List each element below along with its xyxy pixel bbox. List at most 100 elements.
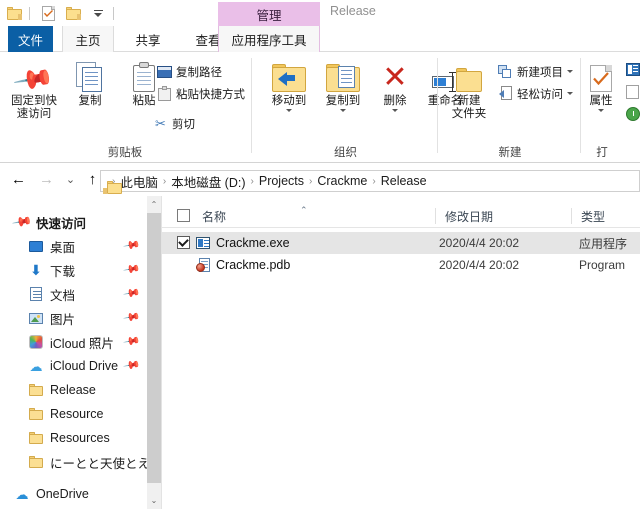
qat-new-folder-icon[interactable] xyxy=(62,2,84,24)
properties-button[interactable]: 属性 xyxy=(580,56,622,112)
sidebar-item-resources[interactable]: Resources xyxy=(0,426,147,450)
new-item-dropdown-arrow[interactable] xyxy=(567,70,573,73)
qat-customize-dropdown[interactable] xyxy=(87,2,109,24)
row-checkbox[interactable] xyxy=(177,235,190,249)
sidebar-item-label: 快速访问 xyxy=(36,216,87,231)
pin-marker-icon: 📌 xyxy=(122,285,141,303)
column-header-date-modified[interactable]: 修改日期 xyxy=(445,204,493,228)
ribbon-group-open: 属性 打 xyxy=(582,52,640,162)
breadcrumb-item-this-pc[interactable]: 此电脑 xyxy=(117,172,161,191)
breadcrumb-separator-3: › xyxy=(309,175,313,187)
sidebar-item-icloud-drive[interactable]: ☁ iCloud Drive 📌 xyxy=(0,354,147,378)
sidebar-item-downloads[interactable]: ⬇ 下载 📌 xyxy=(0,258,147,282)
select-all-checkbox[interactable] xyxy=(177,209,190,222)
pin-marker-icon: 📌 xyxy=(122,333,141,351)
ribbon-group-organize: 移动到 复制到 ✕ 删除 重命名 组织 xyxy=(253,52,462,162)
delete-button[interactable]: ✕ 删除 xyxy=(367,56,423,112)
properties-dropdown-arrow[interactable] xyxy=(598,109,604,112)
copy-path-icon xyxy=(156,64,173,79)
scrollbar-thumb[interactable] xyxy=(147,213,161,483)
pin-marker-icon: 📌 xyxy=(122,261,141,279)
history-button[interactable] xyxy=(624,104,640,123)
organize-group-label: 组织 xyxy=(334,147,357,159)
paste-shortcut-button[interactable]: 粘贴快捷方式 xyxy=(156,84,245,103)
move-to-icon xyxy=(261,56,317,92)
table-row[interactable]: Crackme.pdb 2020/4/4 20:02 Program xyxy=(162,254,640,276)
ribbon-group-new: 新建 文件夹 新建项目 轻松访问 新建 xyxy=(439,52,581,162)
scroll-up-arrow-icon[interactable]: ⌃ xyxy=(147,196,161,213)
sidebar-item-pictures[interactable]: 图片 📌 xyxy=(0,306,147,330)
exe-icon xyxy=(195,235,211,251)
copy-label: 复制 xyxy=(78,95,102,107)
sidebar-item-desktop[interactable]: 桌面 📌 xyxy=(0,234,147,258)
window-title: Release xyxy=(330,4,376,18)
group-divider-2 xyxy=(437,58,438,153)
pictures-icon xyxy=(28,310,44,326)
copy-to-button[interactable]: 复制到 xyxy=(315,56,371,112)
copy-path-button[interactable]: 复制路径 xyxy=(156,62,222,81)
sidebar-item-release[interactable]: Release xyxy=(0,378,147,402)
easy-access-button[interactable]: 轻松访问 xyxy=(497,84,573,103)
easy-access-dropdown-arrow[interactable] xyxy=(567,92,573,95)
copy-icon xyxy=(62,56,118,92)
sidebar-item-quick-access[interactable]: 📌 快速访问 xyxy=(0,210,147,234)
breadcrumb-item-projects[interactable]: Projects xyxy=(256,174,307,188)
breadcrumb-item-local-disk-d[interactable]: 本地磁盘 (D:) xyxy=(168,172,248,191)
sidebar-item-label: OneDrive xyxy=(36,487,89,501)
folder-icon xyxy=(28,382,44,398)
column-divider-2[interactable] xyxy=(571,208,572,224)
move-to-dropdown-arrow[interactable] xyxy=(286,109,292,112)
edit-button[interactable] xyxy=(624,82,640,101)
sidebar-item-onedrive[interactable]: ☁ OneDrive xyxy=(0,482,147,506)
delete-label: 删除 xyxy=(383,95,407,107)
copy-to-dropdown-arrow[interactable] xyxy=(340,109,346,112)
sidebar-item-label: 文档 xyxy=(50,288,76,303)
back-button[interactable]: ← xyxy=(10,171,27,188)
scroll-down-arrow-icon[interactable]: ⌄ xyxy=(147,492,161,509)
delete-dropdown-arrow[interactable] xyxy=(392,109,398,112)
tab-home[interactable]: 主页 xyxy=(62,26,114,52)
sidebar-item-icloud-photos[interactable]: iCloud 照片 📌 xyxy=(0,330,147,354)
tab-share[interactable]: 共享 xyxy=(122,26,174,52)
qat-folder-icon[interactable] xyxy=(3,2,25,24)
column-header-type[interactable]: 类型 xyxy=(581,204,605,228)
breadcrumb-item-crackme[interactable]: Crackme xyxy=(314,174,370,188)
pin-icon: 📌 xyxy=(11,210,34,233)
cut-button[interactable]: ✂ 剪切 xyxy=(152,114,195,133)
breadcrumb-separator-2: › xyxy=(250,175,254,187)
file-name: Crackme.exe xyxy=(216,236,290,250)
new-folder-button[interactable]: 新建 文件夹 xyxy=(441,56,497,121)
navigation-pane-scrollbar[interactable]: ⌃ ⌄ xyxy=(147,196,161,509)
sidebar-item-resource[interactable]: Resource xyxy=(0,402,147,426)
pin-marker-icon: 📌 xyxy=(122,237,141,255)
file-type: Program xyxy=(579,258,626,272)
file-date-modified: 2020/4/4 20:02 xyxy=(439,236,520,250)
breadcrumb-separator-1: › xyxy=(162,175,167,187)
column-header-name[interactable]: 名称 xyxy=(202,204,226,228)
move-to-button[interactable]: 移动到 xyxy=(261,56,317,112)
breadcrumb-item-release[interactable]: Release xyxy=(378,174,430,188)
pin-to-quick-access-button[interactable]: 📌 固定到快 速访问 xyxy=(6,56,62,121)
copy-button[interactable]: 复制 xyxy=(62,56,118,108)
file-type: 应用程序 xyxy=(579,236,628,251)
up-button[interactable]: ↑ xyxy=(84,171,101,188)
open-button[interactable] xyxy=(624,60,640,79)
forward-button[interactable]: → xyxy=(38,171,55,188)
table-row[interactable]: Crackme.exe 2020/4/4 20:02 应用程序 xyxy=(162,232,640,254)
tab-application-tools[interactable]: 应用程序工具 xyxy=(218,26,320,52)
download-icon: ⬇ xyxy=(30,262,42,278)
tab-file[interactable]: 文件 xyxy=(8,26,53,52)
ribbon-group-clipboard: 📌 固定到快 速访问 复制 粘贴 ✂ 剪切 复制路径 粘贴快捷方式 剪贴板 xyxy=(0,52,252,162)
breadcrumb[interactable]: › 此电脑 › 本地磁盘 (D:) › Projects › Crackme ›… xyxy=(100,170,640,194)
column-divider-1[interactable] xyxy=(435,208,436,224)
pin-marker-icon: 📌 xyxy=(122,309,141,327)
recent-locations-button[interactable]: ⌄ xyxy=(62,171,79,188)
sidebar-item-documents[interactable]: 文档 📌 xyxy=(0,282,147,306)
new-item-label: 新建项目 xyxy=(517,66,563,79)
breadcrumb-separator-4: › xyxy=(372,175,376,187)
new-item-button[interactable]: 新建项目 xyxy=(497,62,573,81)
sort-ascending-indicator: ⌃ xyxy=(300,205,308,215)
sidebar-item-japanese-folder[interactable]: にーとと天使とえ xyxy=(0,450,147,474)
document-icon xyxy=(28,286,44,302)
qat-properties-icon[interactable] xyxy=(37,2,59,24)
